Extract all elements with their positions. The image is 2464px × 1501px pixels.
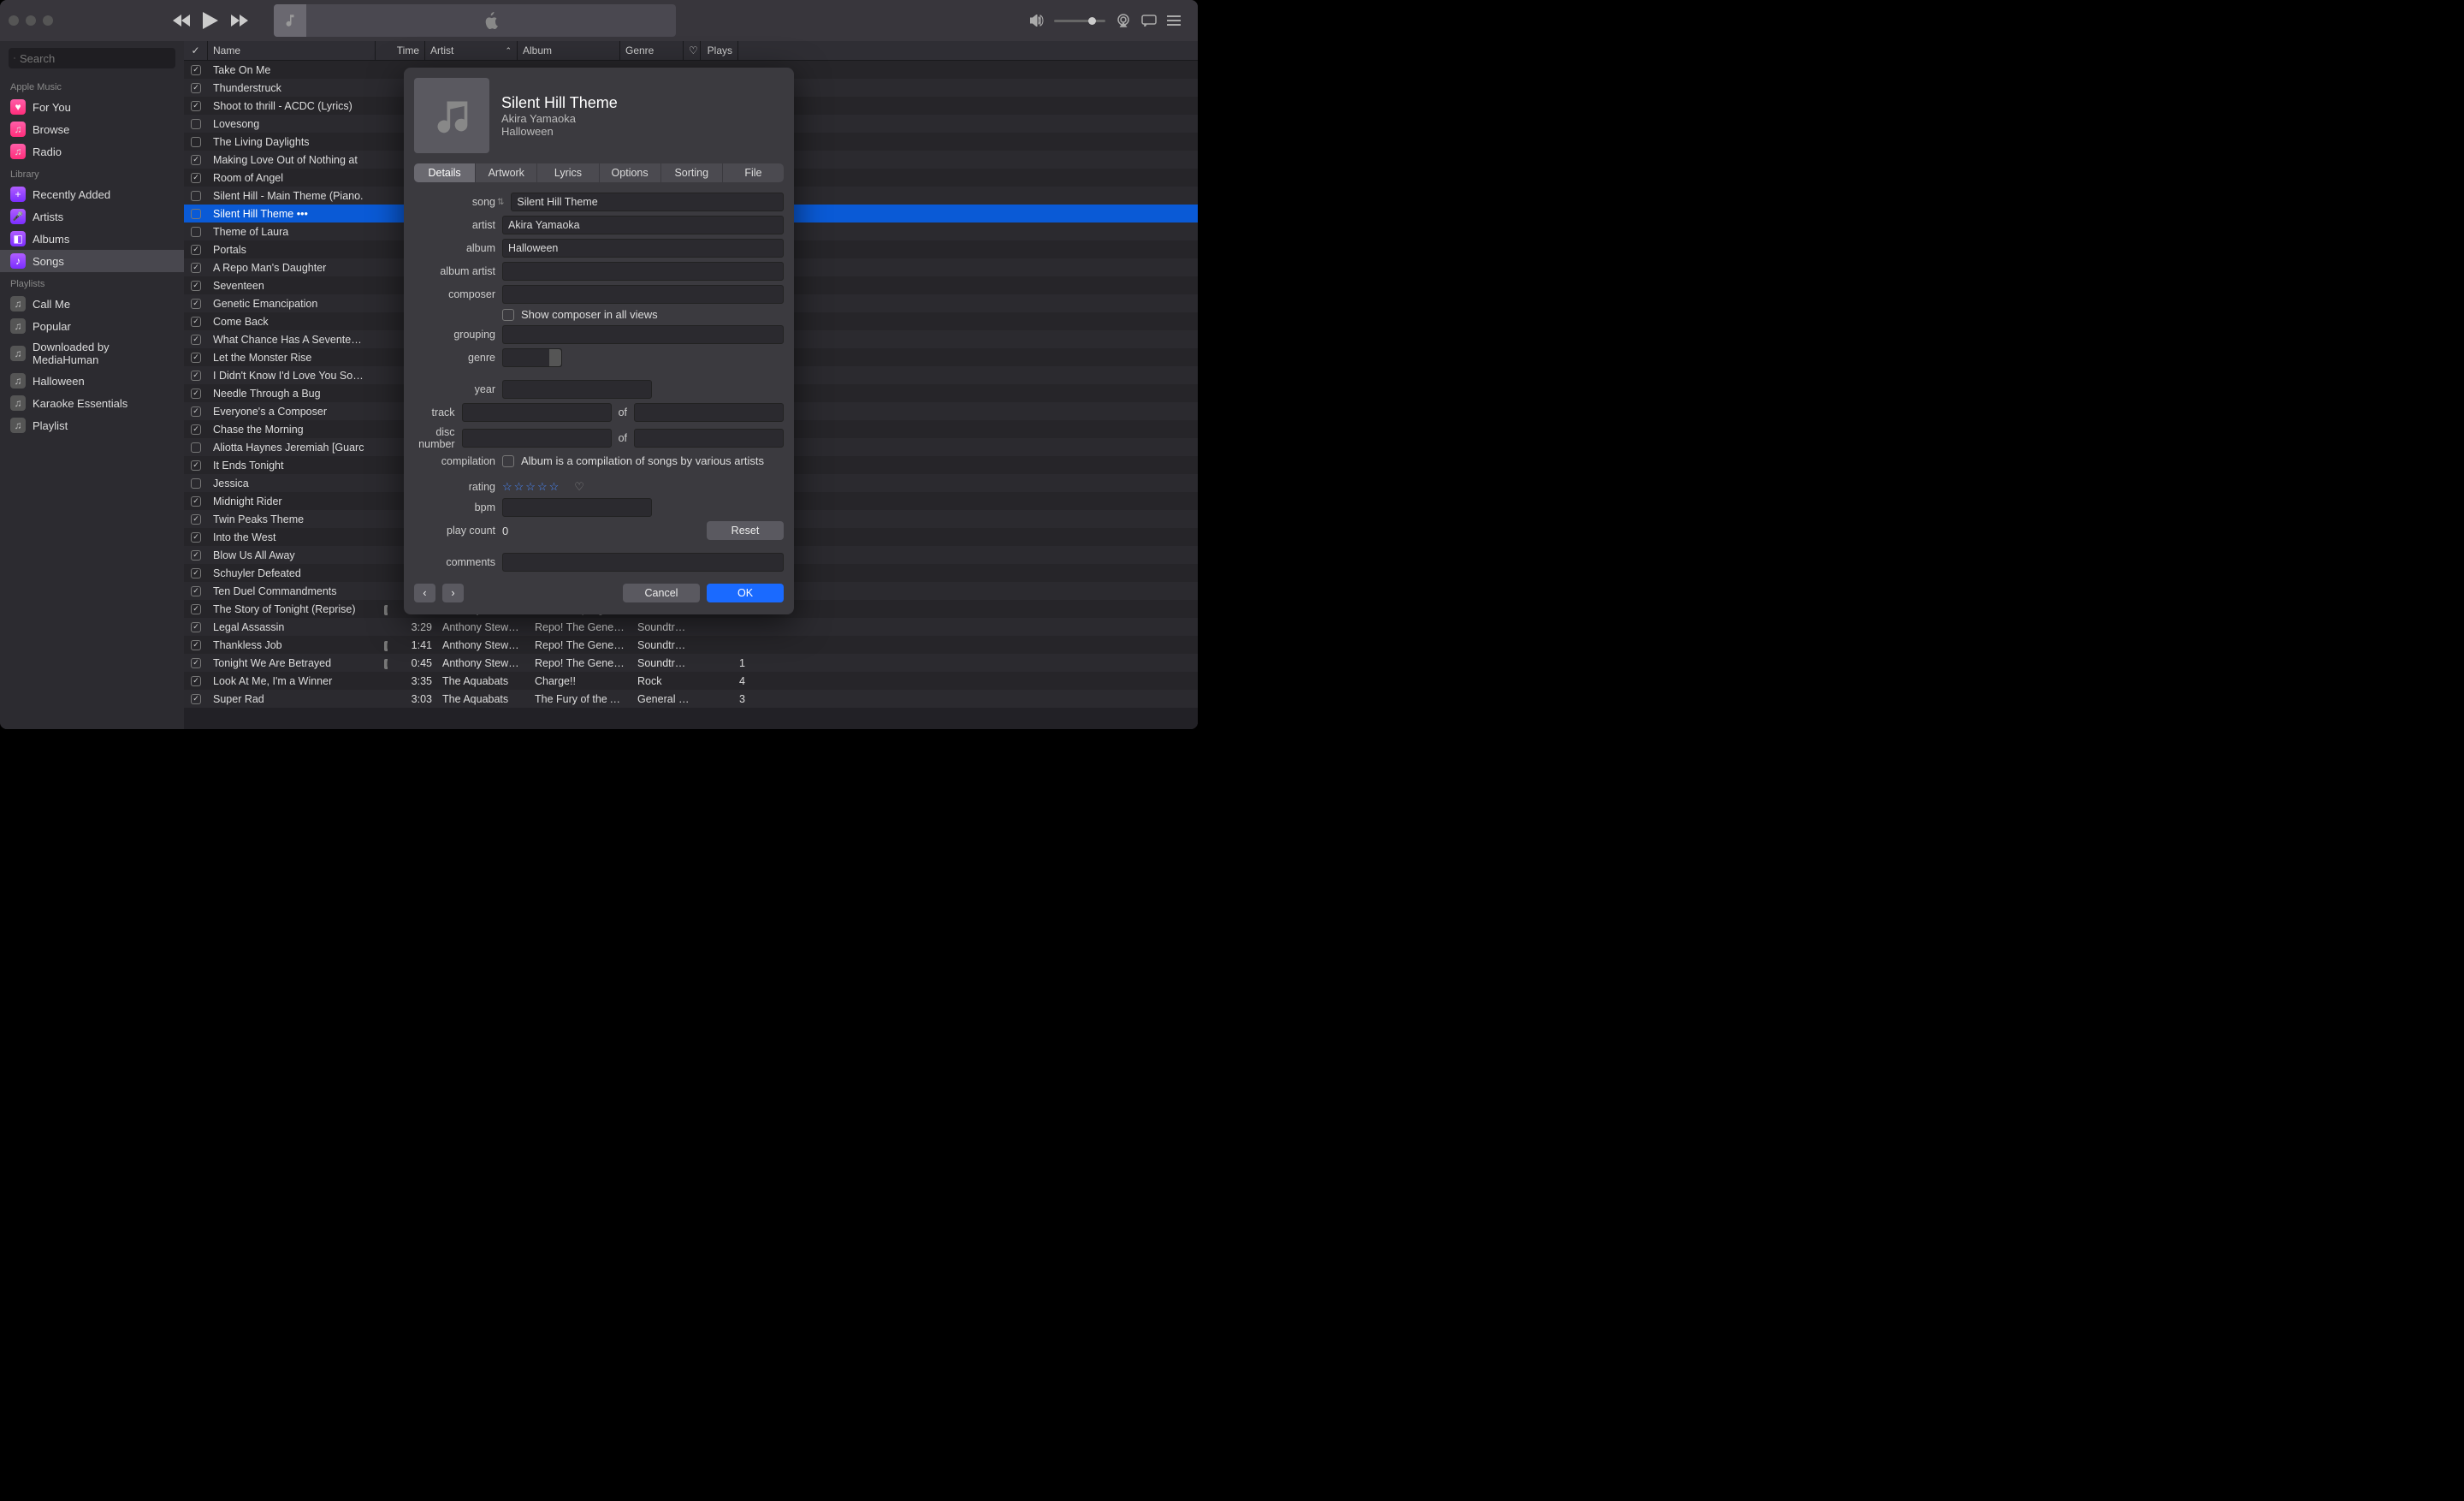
album-field[interactable] [502, 239, 784, 258]
song-field[interactable] [511, 193, 784, 211]
tab-file[interactable]: File [723, 163, 784, 182]
modal-title: Silent Hill Theme [501, 94, 618, 112]
reset-button[interactable]: Reset [707, 521, 784, 540]
compilation-checkbox[interactable] [502, 455, 514, 467]
tab-artwork[interactable]: Artwork [476, 163, 537, 182]
show-composer-checkbox[interactable] [502, 309, 514, 321]
cancel-button[interactable]: Cancel [623, 584, 700, 602]
ok-button[interactable]: OK [707, 584, 784, 602]
modal-artist: Akira Yamaoka [501, 112, 618, 125]
sort-arrows-icon: ⇅ [497, 198, 504, 207]
year-field[interactable] [502, 380, 652, 399]
prev-track-button[interactable]: ‹ [414, 584, 435, 602]
app-window: Apple Music ♥For You♫Browse♫Radio Librar… [0, 0, 1198, 729]
track-num-field[interactable] [462, 403, 612, 422]
modal-tabs[interactable]: DetailsArtworkLyricsOptionsSortingFile [414, 163, 784, 182]
modal-overlay: Silent Hill Theme Akira Yamaoka Hallowee… [0, 0, 1198, 729]
grouping-field[interactable] [502, 325, 784, 344]
tab-lyrics[interactable]: Lyrics [537, 163, 599, 182]
bpm-field[interactable] [502, 498, 652, 517]
modal-artwork [414, 78, 489, 153]
comments-field[interactable] [502, 553, 784, 572]
tab-sorting[interactable]: Sorting [661, 163, 723, 182]
tab-details[interactable]: Details [414, 163, 476, 182]
composer-field[interactable] [502, 285, 784, 304]
tab-options[interactable]: Options [600, 163, 661, 182]
next-track-button[interactable]: › [442, 584, 464, 602]
love-icon[interactable]: ♡ [574, 480, 584, 494]
disc-num-field[interactable] [462, 429, 612, 448]
track-total-field[interactable] [634, 403, 784, 422]
genre-select[interactable] [502, 348, 562, 367]
rating-stars[interactable]: ☆☆☆☆☆ [502, 480, 560, 494]
album-artist-field[interactable] [502, 262, 784, 281]
artist-field[interactable] [502, 216, 784, 234]
info-modal: Silent Hill Theme Akira Yamaoka Hallowee… [404, 68, 794, 614]
play-count-value: 0 [502, 525, 562, 537]
modal-album: Halloween [501, 125, 618, 138]
disc-total-field[interactable] [634, 429, 784, 448]
